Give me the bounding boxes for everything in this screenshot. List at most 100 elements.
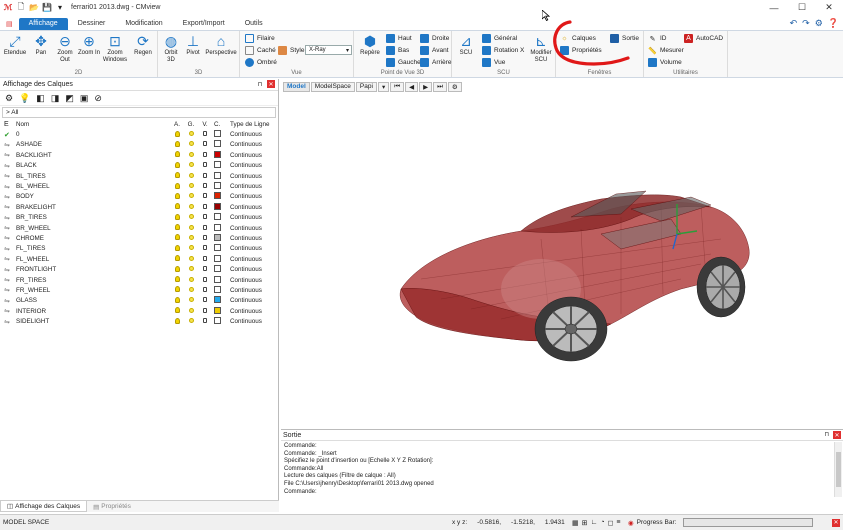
layer-unlock-icon[interactable] — [201, 131, 209, 138]
layer-linetype[interactable]: Continuous — [230, 235, 262, 242]
layer-thaw-sun-icon[interactable] — [187, 224, 195, 232]
close-icon[interactable]: ✕ — [832, 518, 840, 527]
layer-on-bulb-icon[interactable] — [173, 286, 181, 294]
minimize-button[interactable]: — — [760, 0, 788, 15]
layer-color-swatch[interactable] — [214, 265, 222, 274]
layer-filter-dropdown[interactable]: > All — [2, 107, 276, 118]
layer-row[interactable]: ⇋ ASHADE Continuous — [0, 140, 278, 150]
layer-thaw-sun-icon[interactable] — [187, 266, 195, 273]
bas-button[interactable]: Bas — [386, 45, 409, 56]
layer-off-icon[interactable]: ⊘ — [94, 93, 102, 104]
layer-current-icon[interactable]: ◩ — [65, 93, 74, 104]
layer-unlock-icon[interactable] — [201, 297, 209, 304]
vue-scu-button[interactable]: Vue — [482, 57, 505, 68]
layer-unlock-icon[interactable] — [201, 286, 209, 294]
layer-status-icon[interactable]: ⇋ — [4, 172, 12, 180]
layer-row[interactable]: ⇋ SIDELIGHT Continuous — [0, 316, 278, 326]
layer-row[interactable]: ⇋ FL_WHEEL Continuous — [0, 254, 278, 264]
layer-status-icon[interactable]: ⇋ — [4, 141, 12, 149]
layer-unlock-icon[interactable] — [201, 141, 209, 148]
col-type-ligne[interactable]: Type de Ligne — [230, 121, 270, 128]
layer-linetype[interactable]: Continuous — [230, 308, 262, 315]
layer-filter-icon[interactable]: ⚙ — [5, 93, 13, 104]
layer-linetype[interactable]: Continuous — [230, 204, 262, 211]
layer-unlock-icon[interactable] — [201, 203, 209, 211]
layer-status-icon[interactable]: ⇋ — [4, 234, 12, 242]
current-layer-check-icon[interactable]: ✔ — [4, 131, 12, 139]
scroll-thumb[interactable] — [836, 452, 841, 487]
layer-on-bulb-icon[interactable] — [173, 172, 181, 180]
layer-row[interactable]: ⇋ BR_TIRES Continuous — [0, 213, 278, 223]
layer-on-bulb-icon[interactable] — [173, 140, 181, 149]
layer-unlock-icon[interactable] — [201, 234, 209, 242]
layer-unlock-icon[interactable] — [201, 224, 209, 232]
zoom-windows-button[interactable]: ⊡ Zoom Windows — [100, 33, 130, 64]
col-etat[interactable]: E — [4, 121, 12, 128]
layer-on-bulb-icon[interactable] — [173, 234, 181, 242]
layer-linetype[interactable]: Continuous — [230, 245, 262, 252]
layer-linetype[interactable]: Continuous — [230, 256, 262, 263]
layer-row[interactable]: ⇋ FL_TIRES Continuous — [0, 244, 278, 254]
settings-icon[interactable]: ⚙ — [815, 18, 823, 29]
bulb-on-icon[interactable]: 💡 — [19, 93, 30, 104]
tab-export-import[interactable]: Export/Import — [173, 18, 235, 30]
layer-name[interactable]: INTERIOR — [16, 308, 46, 315]
layer-thaw-sun-icon[interactable] — [187, 141, 195, 148]
layer-on-bulb-icon[interactable] — [173, 161, 181, 170]
layer-on-bulb-icon[interactable] — [173, 192, 181, 201]
next-tab-icon[interactable]: ▶ — [419, 81, 433, 92]
layer-name[interactable]: CHROME — [16, 235, 44, 242]
layer-unlock-icon[interactable] — [201, 276, 209, 284]
layer-row[interactable]: ⇋ GLASS Continuous — [0, 296, 278, 306]
layer-name[interactable]: GLASS — [16, 297, 37, 304]
scu-button[interactable]: ⊿ SCU — [455, 33, 477, 57]
layer-on-bulb-icon[interactable] — [173, 151, 181, 159]
layer-row[interactable]: ⇋ BL_TIRES Continuous — [0, 171, 278, 181]
col-gele[interactable]: G. — [187, 121, 195, 128]
layer-color-swatch[interactable] — [214, 192, 222, 201]
tab-outils[interactable]: Outils — [235, 18, 273, 30]
tab-model[interactable]: Model — [283, 81, 310, 92]
output-scrollbar[interactable] — [834, 442, 842, 497]
layer-name[interactable]: FRONTLIGHT — [16, 266, 56, 273]
repere-button[interactable]: ⬢ Repère — [357, 33, 383, 57]
viewport-settings-icon[interactable]: ⚙ — [447, 81, 462, 92]
close-icon[interactable]: ✕ — [267, 80, 275, 88]
open-folder-icon[interactable]: 📂 — [29, 3, 39, 13]
layer-color-swatch[interactable] — [214, 171, 222, 181]
layer-color-swatch[interactable] — [214, 233, 222, 243]
modifier-scu-button[interactable]: ⊾ Modifier SCU — [528, 33, 554, 64]
layer-color-swatch[interactable] — [214, 306, 222, 316]
layer-row[interactable]: ⇋ CHROME Continuous — [0, 233, 278, 243]
layer-on-bulb-icon[interactable] — [173, 307, 181, 315]
layer-status-icon[interactable]: ⇋ — [4, 183, 12, 191]
layer-linetype[interactable]: Continuous — [230, 183, 262, 190]
help-icon[interactable]: ❓ — [828, 18, 839, 29]
layer-linetype[interactable]: Continuous — [230, 131, 262, 138]
layer-row[interactable]: ⇋ BRAKELIGHT Continuous — [0, 202, 278, 212]
layer-status-icon[interactable]: ⇋ — [4, 193, 12, 201]
tab-papier[interactable]: Papi — [355, 81, 377, 92]
layer-row[interactable]: ⇋ INTERIOR Continuous — [0, 306, 278, 316]
layer-color-swatch[interactable] — [214, 202, 222, 212]
pivot-button[interactable]: ⊥ Pivot — [183, 33, 203, 57]
col-nom[interactable]: Nom — [16, 121, 29, 128]
tab-modification[interactable]: Modification — [115, 18, 172, 30]
layer-color-swatch[interactable] — [214, 213, 222, 222]
grid-toggle-icon[interactable]: ▦ — [572, 519, 579, 527]
layer-unlock-icon[interactable] — [201, 172, 209, 180]
layer-color-swatch[interactable] — [214, 161, 222, 170]
layer-thaw-sun-icon[interactable] — [187, 172, 195, 180]
sortie-button[interactable]: Sortie — [610, 33, 639, 44]
layer-name[interactable]: FR_WHEEL — [16, 287, 50, 294]
layer-on-bulb-icon[interactable] — [173, 255, 181, 263]
layer-name[interactable]: ASHADE — [16, 141, 42, 148]
layer-row[interactable]: ⇋ FR_TIRES Continuous — [0, 275, 278, 285]
layer-linetype[interactable]: Continuous — [230, 225, 262, 232]
layer-row[interactable]: ⇋ BODY Continuous — [0, 192, 278, 202]
layer-color-swatch[interactable] — [214, 296, 222, 305]
layer-thaw-sun-icon[interactable] — [187, 245, 195, 252]
layer-status-icon[interactable]: ⇋ — [4, 224, 12, 232]
droite-button[interactable]: Droite — [420, 33, 449, 44]
cache-button[interactable]: Caché — [245, 45, 276, 56]
